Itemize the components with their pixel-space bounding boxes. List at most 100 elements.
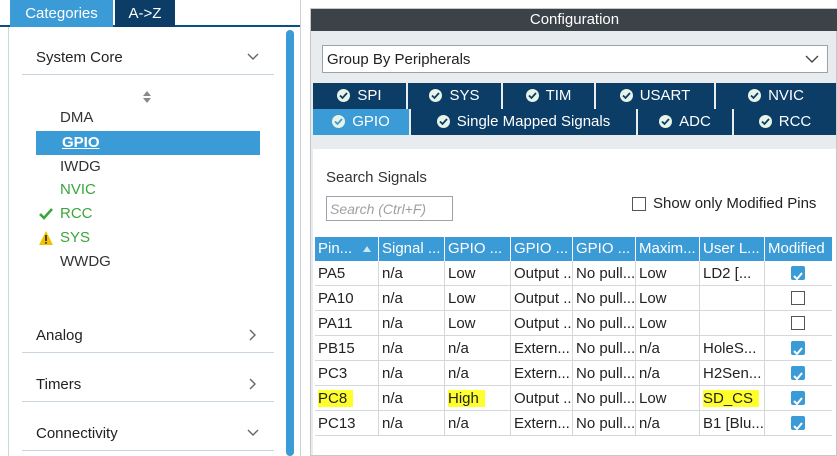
table-row[interactable]: PC8 n/a High Output ... No pull... Low SD_CS xyxy=(315,386,832,411)
cell-label[interactable]: SD_CS xyxy=(700,386,765,411)
cell-pin[interactable]: PA10 xyxy=(315,286,379,311)
cell-pin[interactable]: PC13 xyxy=(315,411,379,436)
tab-categories[interactable]: Categories xyxy=(10,0,113,27)
column-header-user-label[interactable]: User L... xyxy=(700,237,765,261)
tab-spi[interactable]: SPI xyxy=(313,83,408,109)
cell-mode[interactable]: Extern... xyxy=(511,411,573,436)
list-item-rcc[interactable]: RCC xyxy=(60,203,93,225)
cell-speed[interactable]: Low xyxy=(636,261,700,286)
cell-mode[interactable]: Output ... xyxy=(511,261,573,286)
cell-level[interactable]: High xyxy=(445,386,511,411)
cell-mode[interactable]: Output ... xyxy=(511,311,573,336)
tab-a-to-z[interactable]: A->Z xyxy=(115,0,175,27)
column-header-modified[interactable]: Modified xyxy=(765,237,832,261)
cell-label[interactable]: H2Sen... xyxy=(700,361,765,386)
modified-checkbox[interactable] xyxy=(791,316,805,330)
cell-pull[interactable]: No pull... xyxy=(573,411,636,436)
cell-mode[interactable]: Extern... xyxy=(511,361,573,386)
cell-pin[interactable]: PB15 xyxy=(315,336,379,361)
cell-pin[interactable]: PA5 xyxy=(315,261,379,286)
cell-pull[interactable]: No pull... xyxy=(573,261,636,286)
cell-signal[interactable]: n/a xyxy=(379,386,445,411)
cell-signal[interactable]: n/a xyxy=(379,411,445,436)
cell-speed[interactable]: n/a xyxy=(636,336,700,361)
cell-level[interactable]: Low xyxy=(445,311,511,336)
table-row[interactable]: PC3 n/a n/a Extern... No pull... n/a H2Sen... xyxy=(315,361,832,386)
cell-pin[interactable]: PC8 xyxy=(315,386,379,411)
category-system-core[interactable]: System Core xyxy=(22,35,274,75)
list-item-sys[interactable]: SYS xyxy=(60,227,90,249)
cell-pin[interactable]: PA11 xyxy=(315,311,379,336)
cell-pin[interactable]: PC3 xyxy=(315,361,379,386)
list-item-gpio[interactable]: GPIO xyxy=(36,131,260,155)
cell-pull[interactable]: No pull... xyxy=(573,361,636,386)
cell-signal[interactable]: n/a xyxy=(379,286,445,311)
modified-checkbox[interactable] xyxy=(791,341,805,356)
cell-pull[interactable]: No pull... xyxy=(573,336,636,361)
cell-level[interactable]: n/a xyxy=(445,411,511,436)
category-connectivity[interactable]: Connectivity xyxy=(22,411,274,451)
cell-label[interactable] xyxy=(700,311,765,336)
cell-speed[interactable]: Low xyxy=(636,286,700,311)
cell-mode[interactable]: Output ... xyxy=(511,386,573,411)
cell-label[interactable]: LD2 [... xyxy=(700,261,765,286)
cell-speed[interactable]: n/a xyxy=(636,361,700,386)
cell-level[interactable]: Low xyxy=(445,286,511,311)
table-row[interactable]: PB15 n/a n/a Extern... No pull... n/a HoleS... xyxy=(315,336,832,361)
tab-single-mapped-signals[interactable]: Single Mapped Signals xyxy=(411,109,638,135)
cell-label[interactable] xyxy=(700,286,765,311)
tab-nvic[interactable]: NVIC xyxy=(716,83,836,109)
tab-rcc[interactable]: RCC xyxy=(734,109,836,135)
table-row[interactable]: PA10 n/a Low Output ... No pull... Low xyxy=(315,286,832,311)
table-row[interactable]: PA5 n/a Low Output ... No pull... Low LD2 [... xyxy=(315,261,832,286)
column-header-signal[interactable]: Signal ... xyxy=(379,237,445,261)
category-analog[interactable]: Analog xyxy=(22,313,274,353)
column-header-gpio-mode[interactable]: GPIO ... xyxy=(511,237,573,261)
panel-divider[interactable] xyxy=(300,0,310,456)
list-item-iwdg[interactable]: IWDG xyxy=(60,156,101,178)
column-header-pin[interactable]: Pin... xyxy=(315,237,379,261)
show-modified-checkbox[interactable] xyxy=(632,197,646,211)
tab-tim[interactable]: TIM xyxy=(503,83,596,109)
scrollbar-thumb[interactable] xyxy=(286,30,294,456)
tab-gpio[interactable]: GPIO xyxy=(313,109,411,135)
table-row[interactable]: PC13 n/a n/a Extern... No pull... n/a B1 [Blu.… xyxy=(315,411,832,436)
modified-checkbox[interactable] xyxy=(791,291,805,305)
column-header-gpio-level[interactable]: GPIO ... xyxy=(445,237,511,261)
modified-checkbox[interactable] xyxy=(791,266,805,281)
modified-checkbox[interactable] xyxy=(791,366,805,381)
tab-usart[interactable]: USART xyxy=(596,83,716,109)
cell-speed[interactable]: Low xyxy=(636,311,700,336)
column-header-gpio-pull[interactable]: GPIO ... xyxy=(573,237,636,261)
cell-mode[interactable]: Extern... xyxy=(511,336,573,361)
cell-level[interactable]: Low xyxy=(445,261,511,286)
cell-pull[interactable]: No pull... xyxy=(573,386,636,411)
modified-checkbox[interactable] xyxy=(791,391,805,406)
search-input[interactable] xyxy=(326,196,453,221)
cell-level[interactable]: n/a xyxy=(445,336,511,361)
cell-pull[interactable]: No pull... xyxy=(573,286,636,311)
cell-label[interactable]: B1 [Blu... xyxy=(700,411,765,436)
category-timers[interactable]: Timers xyxy=(22,362,274,402)
cell-signal[interactable]: n/a xyxy=(379,261,445,286)
cell-signal[interactable]: n/a xyxy=(379,311,445,336)
cell-mode[interactable]: Output ... xyxy=(511,286,573,311)
list-item-nvic[interactable]: NVIC xyxy=(60,179,96,201)
vertical-scrollbar[interactable] xyxy=(284,30,296,456)
cell-speed[interactable]: Low xyxy=(636,386,700,411)
group-by-dropdown[interactable]: Group By Peripherals xyxy=(322,45,828,73)
table-row[interactable]: PA11 n/a Low Output ... No pull... Low xyxy=(315,311,832,336)
cell-signal[interactable]: n/a xyxy=(379,361,445,386)
cell-speed[interactable]: n/a xyxy=(636,411,700,436)
cell-signal[interactable]: n/a xyxy=(379,336,445,361)
list-item-wwdg[interactable]: WWDG xyxy=(60,251,111,273)
sort-icon[interactable] xyxy=(141,89,153,105)
cell-level[interactable]: n/a xyxy=(445,361,511,386)
tab-adc[interactable]: ADC xyxy=(638,109,734,135)
column-header-max-speed[interactable]: Maxim... xyxy=(636,237,700,261)
cell-pull[interactable]: No pull... xyxy=(573,311,636,336)
tab-sys[interactable]: SYS xyxy=(408,83,503,109)
list-item-dma[interactable]: DMA xyxy=(60,107,93,129)
cell-label[interactable]: HoleS... xyxy=(700,336,765,361)
modified-checkbox[interactable] xyxy=(791,416,805,431)
